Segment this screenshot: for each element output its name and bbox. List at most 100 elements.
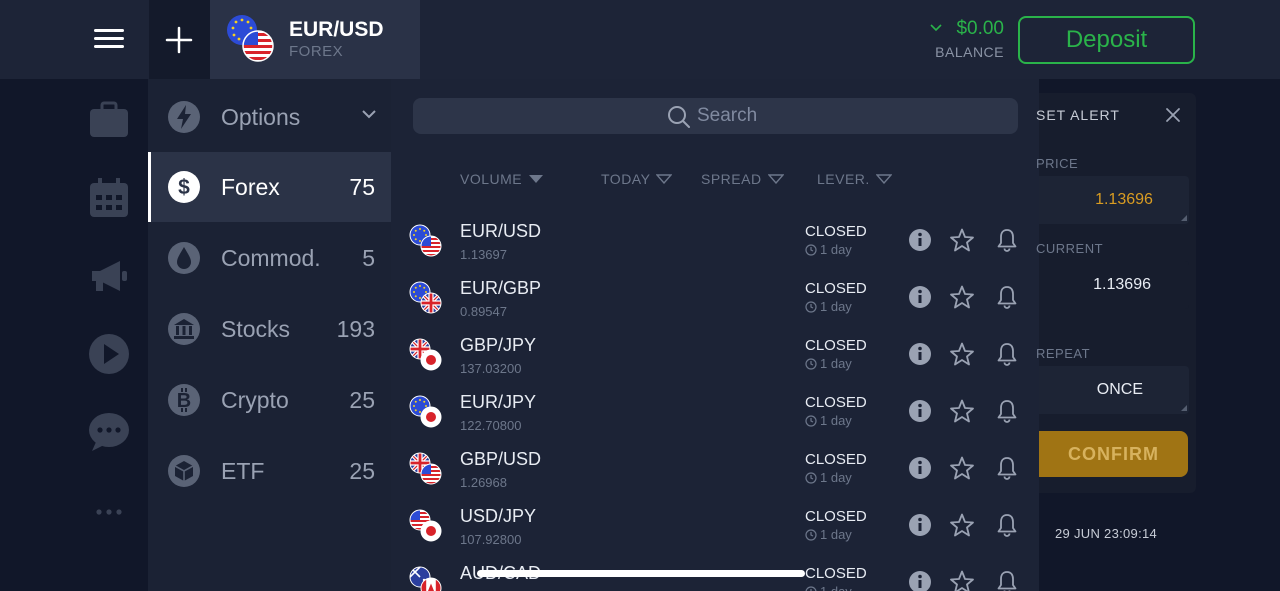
bell-icon[interactable] [994, 341, 1020, 367]
calendar-icon[interactable] [86, 175, 132, 221]
eur-usd-flags-icon [227, 15, 274, 62]
briefcase-icon[interactable] [86, 97, 132, 143]
confirm-button[interactable]: CONFIRM [1039, 431, 1188, 477]
balance-selector[interactable]: $0.00 BALANCE [926, 16, 1006, 66]
drop-icon [168, 242, 200, 274]
category-label: ETF [221, 458, 265, 484]
star-icon[interactable] [949, 284, 975, 310]
deposit-button[interactable]: Deposit [1018, 16, 1195, 64]
category-stocks[interactable]: Stocks 193 [148, 294, 391, 364]
bell-icon[interactable] [994, 455, 1020, 481]
table-row[interactable]: GBP/USD 1.26968 CLOSED 1 day [391, 444, 1039, 501]
duration-label: 1 day [820, 242, 852, 257]
app-root: EUR/USD FOREX $0.00 BALANCE Deposit Opti… [0, 0, 1280, 591]
asset-price: 137.03200 [460, 361, 522, 376]
megaphone-icon[interactable] [86, 253, 132, 299]
star-icon[interactable] [949, 455, 975, 481]
clock-icon [805, 244, 817, 256]
chevron-down-icon [930, 24, 942, 32]
current-value: 1.13696 [1093, 276, 1151, 293]
category-options[interactable]: Options [148, 82, 391, 152]
column-today[interactable]: TODAY [601, 171, 673, 187]
active-asset-tab[interactable]: EUR/USD FOREX [210, 0, 420, 79]
asset-price: 1.26968 [460, 475, 507, 490]
alert-title: SET ALERT [1036, 107, 1120, 123]
close-icon[interactable] [1164, 106, 1182, 124]
chat-icon[interactable] [86, 409, 132, 455]
search-input[interactable] [697, 104, 897, 128]
table-row[interactable]: EUR/JPY 122.70800 CLOSED 1 day [391, 387, 1039, 444]
bell-icon[interactable] [994, 569, 1020, 591]
repeat-value: ONCE [1096, 381, 1143, 398]
asset-name: EUR/GBP [460, 278, 542, 298]
info-icon[interactable] [907, 398, 933, 424]
bell-icon[interactable] [994, 398, 1020, 424]
market-duration: 1 day [805, 413, 852, 428]
info-icon[interactable] [907, 227, 933, 253]
more-icon[interactable] [86, 489, 132, 535]
duration-label: 1 day [820, 527, 852, 542]
balance-label: BALANCE [935, 44, 1004, 60]
repeat-select[interactable]: ONCE [1039, 366, 1189, 414]
asset-list-panel: VOLUME TODAY SPREAD LEVER. EUR/USD 1.136… [391, 79, 1039, 591]
duration-label: 1 day [820, 413, 852, 428]
price-field[interactable] [1039, 176, 1189, 224]
category-etf[interactable]: ETF 25 [148, 436, 391, 506]
duration-label: 1 day [820, 299, 852, 314]
category-forex[interactable]: $ Forex 75 [148, 152, 391, 222]
clock-icon [805, 358, 817, 370]
market-duration: 1 day [805, 470, 852, 485]
search-icon [668, 106, 690, 128]
star-icon[interactable] [949, 398, 975, 424]
table-row[interactable]: EUR/GBP 0.89547 CLOSED 1 day [391, 273, 1039, 330]
search-bar[interactable] [413, 98, 1018, 134]
table-row[interactable]: USD/JPY 107.92800 CLOSED 1 day [391, 501, 1039, 558]
duration-label: 1 day [820, 584, 852, 591]
market-duration: 1 day [805, 584, 852, 591]
column-label: LEVER. [817, 171, 870, 187]
clock-icon [805, 301, 817, 313]
category-count: 75 [349, 174, 375, 200]
clock-icon [805, 586, 817, 591]
sort-outline-icon [875, 174, 893, 184]
clock-icon [805, 472, 817, 484]
bell-icon[interactable] [994, 284, 1020, 310]
hamburger-menu-icon[interactable] [94, 27, 124, 51]
info-icon[interactable] [907, 284, 933, 310]
table-row[interactable]: GBP/JPY 137.03200 CLOSED 1 day [391, 330, 1039, 387]
price-label: PRICE [1036, 156, 1079, 171]
home-indicator [477, 570, 805, 577]
star-icon[interactable] [949, 227, 975, 253]
market-status: CLOSED [805, 280, 867, 297]
category-crypto[interactable]: B Crypto 25 [148, 365, 391, 435]
category-commodities[interactable]: Commod. 5 [148, 223, 391, 293]
top-bar: EUR/USD FOREX $0.00 BALANCE Deposit [0, 0, 1280, 79]
column-volume[interactable]: VOLUME [460, 171, 544, 187]
column-leverage[interactable]: LEVER. [817, 171, 893, 187]
market-duration: 1 day [805, 527, 852, 542]
bell-icon[interactable] [994, 227, 1020, 253]
chevron-down-icon [362, 110, 376, 119]
currency-flags-icon [409, 395, 442, 428]
info-icon[interactable] [907, 569, 933, 591]
info-icon[interactable] [907, 341, 933, 367]
star-icon[interactable] [949, 341, 975, 367]
play-icon[interactable] [86, 331, 132, 377]
add-asset-button[interactable] [149, 0, 210, 79]
asset-price: 0.89547 [460, 304, 507, 319]
column-label: VOLUME [460, 171, 523, 187]
bell-icon[interactable] [994, 512, 1020, 538]
asset-price: 107.92800 [460, 532, 522, 547]
bitcoin-icon: B [168, 384, 200, 416]
star-icon[interactable] [949, 569, 975, 591]
info-icon[interactable] [907, 512, 933, 538]
bank-icon [168, 313, 200, 345]
info-icon[interactable] [907, 455, 933, 481]
category-label: Crypto [221, 387, 289, 413]
price-input[interactable] [1039, 176, 1189, 224]
sort-outline-icon [655, 174, 673, 184]
table-row[interactable]: EUR/USD 1.13697 CLOSED 1 day [391, 216, 1039, 273]
market-status: CLOSED [805, 565, 867, 582]
star-icon[interactable] [949, 512, 975, 538]
column-spread[interactable]: SPREAD [701, 171, 785, 187]
